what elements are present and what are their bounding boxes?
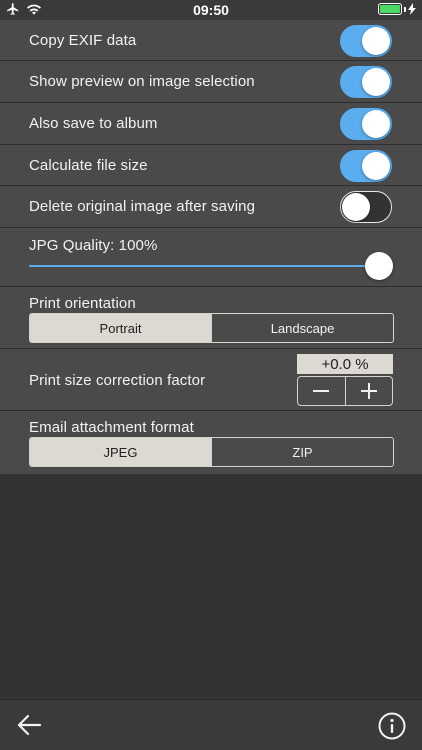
setting-print-orientation: Print orientation Portrait Landscape [0, 287, 422, 349]
print-size-value: +0.0 % [297, 354, 393, 374]
charging-bolt-icon [408, 3, 416, 15]
print-size-label: Print size correction factor [29, 372, 206, 389]
battery-icon [378, 3, 402, 15]
status-bar: 09:50 [0, 0, 422, 20]
bottom-toolbar [0, 699, 422, 750]
increment-button[interactable] [344, 377, 393, 405]
save-album-toggle[interactable] [340, 108, 392, 140]
delete-original-label: Delete original image after saving [29, 198, 256, 215]
show-preview-label: Show preview on image selection [29, 73, 255, 90]
setting-copy-exif: Copy EXIF data [0, 20, 422, 61]
print-orientation-control: Portrait Landscape [29, 313, 394, 343]
back-button[interactable] [16, 713, 42, 737]
setting-file-size: Calculate file size [0, 145, 422, 186]
toggle-knob [362, 27, 390, 55]
toggle-knob [362, 110, 390, 138]
segment-landscape[interactable]: Landscape [211, 314, 393, 342]
toggle-knob [362, 152, 390, 180]
delete-original-toggle[interactable] [340, 191, 392, 223]
save-album-label: Also save to album [29, 115, 158, 132]
status-right [378, 3, 416, 15]
email-format-label: Email attachment format [29, 419, 194, 436]
toggle-knob [342, 193, 370, 221]
print-orientation-label: Print orientation [29, 295, 136, 312]
email-format-control: JPEG ZIP [29, 437, 394, 467]
setting-show-preview: Show preview on image selection [0, 61, 422, 103]
setting-delete-original: Delete original image after saving [0, 186, 422, 228]
back-arrow-icon [17, 714, 42, 736]
status-time: 09:50 [193, 2, 229, 18]
copy-exif-label: Copy EXIF data [29, 32, 137, 49]
file-size-toggle[interactable] [340, 150, 392, 182]
plus-icon [360, 383, 377, 399]
copy-exif-toggle[interactable] [340, 25, 392, 57]
print-size-stepper [297, 376, 393, 406]
minus-icon [313, 390, 330, 392]
setting-email-format: Email attachment format JPEG ZIP [0, 411, 422, 474]
jpg-quality-label: JPG Quality: 100% [29, 237, 158, 254]
battery-tip [404, 6, 406, 12]
file-size-label: Calculate file size [29, 157, 148, 174]
settings-panel: Copy EXIF data Show preview on image sel… [0, 20, 422, 474]
setting-save-album: Also save to album [0, 103, 422, 145]
info-icon [378, 712, 406, 740]
battery-fill [380, 5, 400, 13]
decrement-button[interactable] [298, 377, 345, 405]
jpg-quality-slider-track[interactable] [29, 265, 379, 267]
jpg-quality-slider-knob[interactable] [365, 252, 393, 280]
info-button[interactable] [378, 712, 406, 740]
toggle-knob [362, 68, 390, 96]
show-preview-toggle[interactable] [340, 66, 392, 98]
setting-print-size: Print size correction factor +0.0 % [0, 349, 422, 411]
setting-jpg-quality: JPG Quality: 100% [0, 228, 422, 287]
segment-portrait[interactable]: Portrait [30, 314, 211, 342]
segment-jpeg[interactable]: JPEG [30, 438, 211, 466]
segment-zip[interactable]: ZIP [211, 438, 393, 466]
